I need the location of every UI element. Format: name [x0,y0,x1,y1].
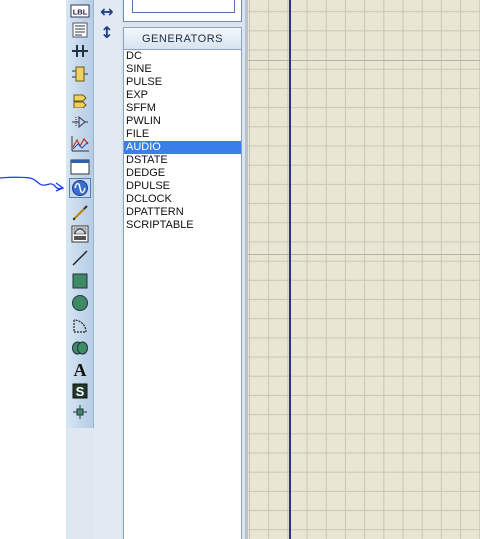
box-icon[interactable] [69,271,91,291]
voltage-probe-icon[interactable] [69,203,91,223]
mirror-vertical-icon[interactable]: ↕ [97,24,117,42]
annotation-arrow [0,176,65,192]
circle-icon[interactable] [69,293,91,313]
bus-icon[interactable] [69,41,91,61]
overview-window[interactable] [123,0,242,22]
list-item[interactable]: EXP [124,89,241,102]
path-icon[interactable] [69,338,91,358]
svg-text:S: S [76,384,85,399]
list-item[interactable]: FILE [124,128,241,141]
overview-sheet-outline [132,0,235,13]
generators-header-label: GENERATORS [142,32,223,45]
list-item[interactable]: DSTATE [124,154,241,167]
list-item[interactable]: SCRIPTABLE [124,219,241,232]
arc-icon[interactable] [69,316,91,336]
symbol-icon[interactable]: S [69,381,91,401]
rotation-toolbar: ↔ ↕ [94,0,122,539]
generators-list[interactable]: DC SINE PULSE EXP SFFM PWLIN FILE AUDIO … [123,50,242,539]
svg-text:LBL: LBL [73,8,88,17]
list-item[interactable]: PWLIN [124,115,241,128]
list-item[interactable]: PULSE [124,76,241,89]
list-item[interactable]: SINE [124,63,241,76]
generators-header: GENERATORS [123,27,242,50]
sheet-border-line [289,0,291,539]
virtual-instrument-icon[interactable] [69,224,91,244]
toolbar-empty-area [66,428,94,539]
graph-icon[interactable] [69,134,91,154]
subcircuit-icon[interactable] [69,64,91,84]
list-item[interactable]: DEDGE [124,167,241,180]
mirror-horizontal-icon[interactable]: ↔ [97,3,117,21]
list-item[interactable]: SFFM [124,102,241,115]
list-item[interactable]: DCLOCK [124,193,241,206]
list-item[interactable]: DC [124,50,241,63]
terminal-icon[interactable] [69,90,91,110]
mode-toolbar: LBL A S [66,0,94,428]
list-item[interactable]: DPULSE [124,180,241,193]
device-pin-icon[interactable] [69,112,91,132]
generator-icon[interactable] [69,178,91,198]
label-mode-icon[interactable]: LBL [69,1,91,21]
schematic-canvas[interactable] [245,0,480,539]
canvas-edge [245,0,248,539]
grid-major-line [248,60,480,61]
text-icon[interactable]: A [69,360,91,380]
list-item-selected[interactable]: AUDIO [124,141,241,154]
marker-icon[interactable] [69,402,91,422]
tape-recorder-icon[interactable] [69,157,91,177]
grid-major-line [248,254,480,255]
text-script-icon[interactable] [69,20,91,40]
list-item[interactable]: DPATTERN [124,206,241,219]
line-icon[interactable] [69,248,91,268]
